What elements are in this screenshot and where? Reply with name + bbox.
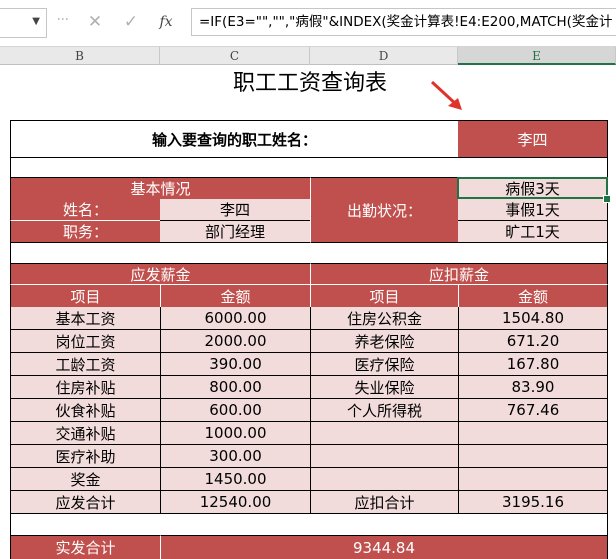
page-title: 职工工资查询表 xyxy=(232,71,387,96)
deduction-item: 养老保险 xyxy=(310,330,458,353)
column-headers: B C D E xyxy=(0,46,616,65)
deduction-amount[interactable]: 83.90 xyxy=(458,376,608,399)
position-value[interactable]: 部门经理 xyxy=(160,221,310,243)
payable-item: 住房补贴 xyxy=(10,376,160,399)
deduction-item xyxy=(310,422,458,445)
deduction-amount[interactable]: 767.46 xyxy=(458,399,608,422)
deduction-amount[interactable]: 1504.80 xyxy=(458,307,608,330)
insert-function-icon[interactable]: fx xyxy=(155,11,177,33)
payable-item: 岗位工资 xyxy=(10,330,160,353)
payable-amount[interactable]: 6000.00 xyxy=(160,307,310,330)
red-arrow-icon xyxy=(430,80,462,110)
deduction-amount[interactable] xyxy=(458,468,608,491)
deduction-item: 个人所得税 xyxy=(310,399,458,422)
payable-header: 应发薪金 xyxy=(10,263,310,285)
deduction-item: 失业保险 xyxy=(310,376,458,399)
payable-amount[interactable]: 2000.00 xyxy=(160,330,310,353)
chevron-down-icon[interactable]: ▼ xyxy=(32,16,40,27)
payable-item: 奖金 xyxy=(10,468,160,491)
column-header-b[interactable]: B xyxy=(0,47,160,65)
payable-amount[interactable]: 1000.00 xyxy=(160,422,310,445)
formula-input[interactable]: =IF(E3="","","病假"&INDEX(奖金计算表!E4:E200,MA… xyxy=(191,8,616,36)
name-label: 姓名： xyxy=(10,199,160,221)
attendance-sick[interactable]: 病假3天 xyxy=(458,177,608,199)
blank-row xyxy=(10,243,608,263)
query-label: 输入要查询的职工姓名： xyxy=(10,120,458,158)
deduction-amount[interactable]: 167.80 xyxy=(458,353,608,376)
attendance-absent[interactable]: 旷工1天 xyxy=(458,221,608,243)
payable-item: 伙食补贴 xyxy=(10,399,160,422)
deduction-item xyxy=(310,468,458,491)
net-pay-label: 实发合计 xyxy=(10,535,160,559)
attendance-label: 出勤状况： xyxy=(310,177,458,243)
enter-icon[interactable]: ✓ xyxy=(120,11,142,33)
cancel-icon[interactable]: ✕ xyxy=(84,11,106,33)
blank-row xyxy=(10,514,608,535)
deduction-item: 医疗保险 xyxy=(310,353,458,376)
col-amount-payable: 金额 xyxy=(160,285,310,307)
blank-row xyxy=(10,158,608,177)
formula-bar: ▼ ⋮ ✕ ✓ fx =IF(E3="","","病假"&INDEX(奖金计算表… xyxy=(0,0,616,46)
name-value[interactable]: 李四 xyxy=(160,199,310,221)
payable-amount[interactable]: 600.00 xyxy=(160,399,310,422)
col-amount-deduction: 金额 xyxy=(458,285,608,307)
payable-item: 应发合计 xyxy=(10,491,160,514)
deduction-amount[interactable] xyxy=(458,445,608,468)
position-label: 职务： xyxy=(10,221,160,243)
deduction-item: 应扣合计 xyxy=(310,491,458,514)
payable-amount[interactable]: 800.00 xyxy=(160,376,310,399)
deduction-item: 住房公积金 xyxy=(310,307,458,330)
net-pay-value[interactable]: 9344.84 xyxy=(160,535,608,559)
col-item-deduction: 项目 xyxy=(310,285,458,307)
payable-amount[interactable]: 1450.00 xyxy=(160,468,310,491)
deduction-header: 应扣薪金 xyxy=(310,263,608,285)
payable-item: 基本工资 xyxy=(10,307,160,330)
payable-item: 工龄工资 xyxy=(10,353,160,376)
col-item-payable: 项目 xyxy=(10,285,160,307)
payable-amount[interactable]: 12540.00 xyxy=(160,491,310,514)
deduction-amount[interactable] xyxy=(458,422,608,445)
column-header-c[interactable]: C xyxy=(160,47,310,65)
payable-item: 交通补贴 xyxy=(10,422,160,445)
payable-item: 医疗补助 xyxy=(10,445,160,468)
column-header-e[interactable]: E xyxy=(458,47,616,65)
worksheet-grid: 职工工资查询表 输入要查询的职工姓名： 李四 基本情况 姓名： 李四 职务： 部门经理 出勤状… xyxy=(0,65,616,559)
deduction-amount[interactable]: 3195.16 xyxy=(458,491,608,514)
payable-amount[interactable]: 300.00 xyxy=(160,445,310,468)
splitter-dots-icon[interactable]: ⋮ xyxy=(56,13,70,24)
name-box[interactable]: ▼ xyxy=(0,8,47,38)
fill-handle[interactable] xyxy=(603,195,611,203)
basic-header: 基本情况 xyxy=(10,177,310,199)
deduction-amount[interactable]: 671.20 xyxy=(458,330,608,353)
query-name-input[interactable]: 李四 xyxy=(458,120,608,158)
attendance-personal[interactable]: 事假1天 xyxy=(458,199,608,221)
payable-amount[interactable]: 390.00 xyxy=(160,353,310,376)
deduction-item xyxy=(310,445,458,468)
column-header-d[interactable]: D xyxy=(310,47,458,65)
